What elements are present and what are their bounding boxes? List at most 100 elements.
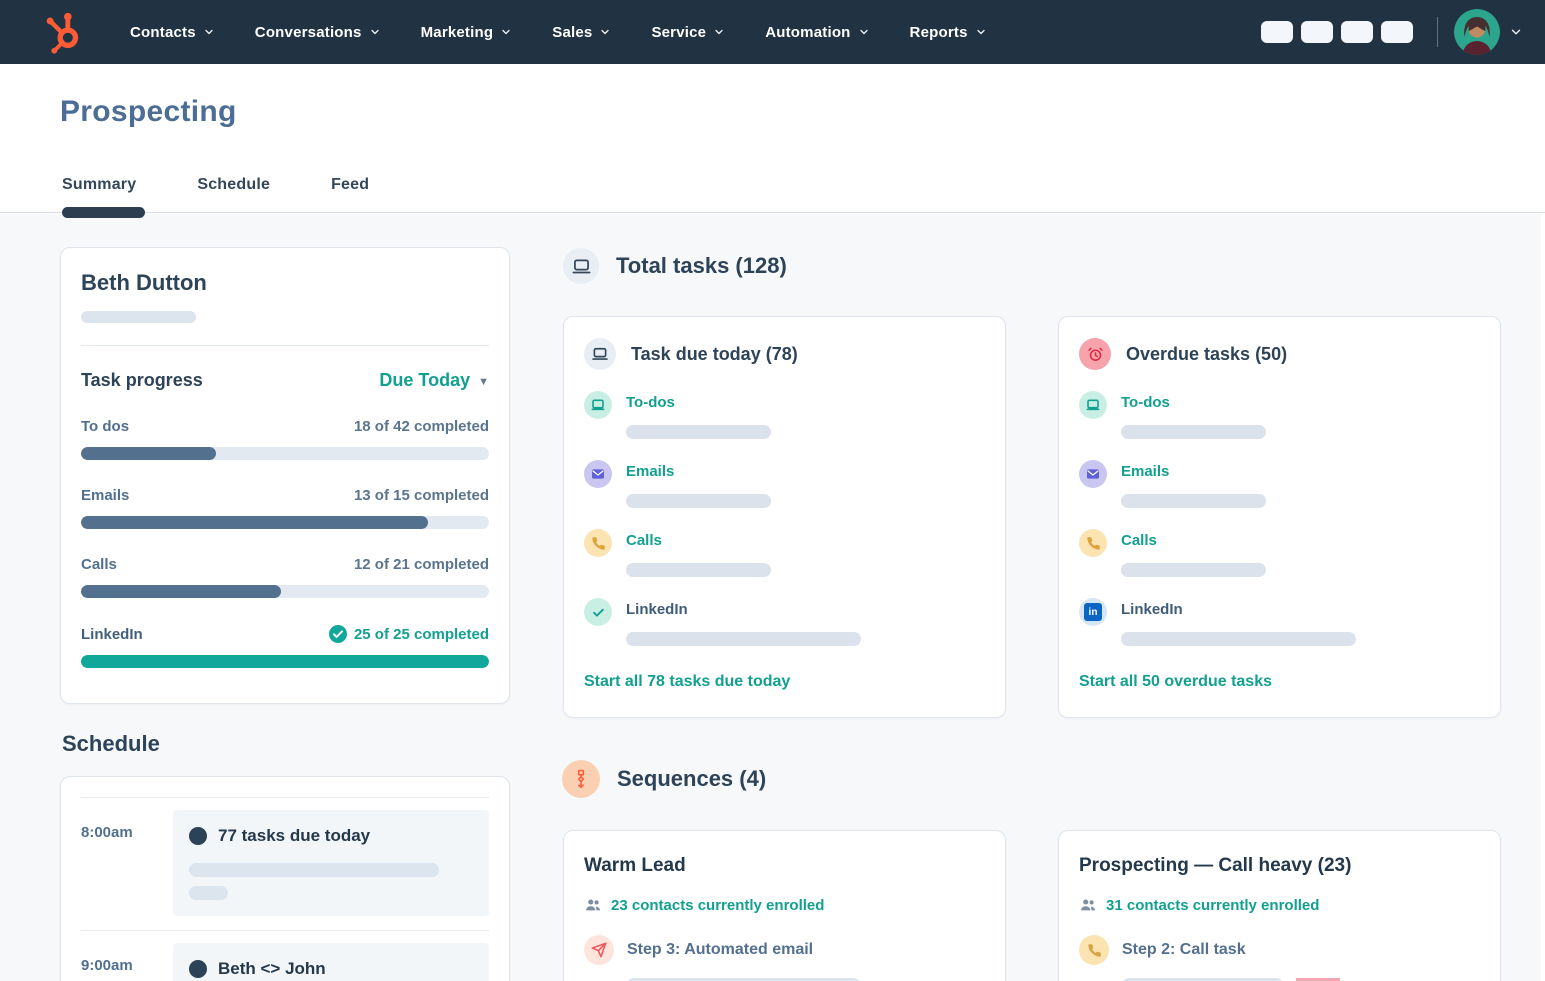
enrolled-text: 31 contacts currently enrolled [1106,897,1319,914]
task-type-row-linkedin: LinkedIn [584,601,985,646]
progress-label: LinkedIn [81,626,143,643]
nav-item-contacts[interactable]: Contacts [114,14,231,51]
check-circle-icon [329,625,347,643]
linkedin-icon: in [1079,598,1107,626]
due-today-label: Due Today [379,370,470,391]
task-type-row-todos: To-dos [584,394,985,439]
toolbar-button-placeholder[interactable] [1381,21,1413,43]
email-icon [584,460,612,488]
placeholder-bar [1121,425,1266,439]
card-title: Task due today (78) [631,344,798,365]
sequence-title: Warm Lead [584,855,985,877]
contacts-icon [584,896,602,914]
tab-schedule[interactable]: Schedule [197,176,270,194]
progress-status: 13 of 15 completed [354,487,489,504]
nav-item-label: Automation [765,24,850,41]
chevron-down-icon [1509,25,1523,39]
toolbar-button-placeholder[interactable] [1261,21,1293,43]
email-icon [1079,460,1107,488]
sequence-step-row: Step 2: Call task [1079,935,1480,965]
chevron-down-icon [369,26,381,38]
due-today-dropdown[interactable]: Due Today ▼ [379,370,489,391]
placeholder-bar [626,425,771,439]
nav-item-label: Sales [552,24,592,41]
step-label: Step 3: Automated email [627,941,813,959]
laptop-icon [584,338,616,370]
placeholder-bar [626,494,771,508]
rep-progress-card: Beth Dutton Task progress Due Today ▼ To… [60,247,510,704]
progress-row-emails: Emails 13 of 15 completed [81,487,489,529]
calls-link[interactable]: Calls [626,532,985,549]
toolbar-button-placeholder[interactable] [1341,21,1373,43]
progress-row-calls: Calls 12 of 21 completed [81,556,489,598]
start-all-overdue-link[interactable]: Start all 50 overdue tasks [1079,673,1272,691]
schedule-row: 9:00am Beth <> John [81,943,489,981]
schedule-heading: Schedule [62,731,160,757]
nav-item-reports[interactable]: Reports [894,14,1003,51]
sequence-card-warm-lead: Warm Lead 23 contacts currently enrolled… [563,830,1006,981]
nav-item-service[interactable]: Service [635,14,741,51]
progress-fill [81,516,428,529]
progress-bar [81,447,489,460]
tab-feed[interactable]: Feed [331,176,369,194]
task-type-row-todos: To-dos [1079,394,1480,439]
event-time: 9:00am [81,943,173,981]
enrolled-contacts-link[interactable]: 23 contacts currently enrolled [584,896,985,914]
page-header: Prospecting Summary Schedule Feed [0,64,1545,213]
divider [81,345,489,346]
todos-link[interactable]: To-dos [626,394,985,411]
laptop-icon [563,248,599,284]
start-all-due-link[interactable]: Start all 78 tasks due today [584,673,790,691]
task-type-row-calls: Calls [584,532,985,577]
placeholder-bar [189,886,228,900]
event-bullet-icon [189,827,207,845]
nav-item-label: Contacts [130,24,196,41]
emails-link[interactable]: Emails [1121,463,1480,480]
progress-fill [81,447,216,460]
progress-status: 12 of 21 completed [354,556,489,573]
alarm-clock-icon [1079,338,1111,370]
chevron-down-icon [599,26,611,38]
phone-icon [1079,529,1107,557]
schedule-card: 8:00am 77 tasks due today 9:00am Beth <>… [60,776,510,981]
todos-link[interactable]: To-dos [1121,394,1480,411]
overdue-tasks-card: Overdue tasks (50) To-dos Emails [1058,316,1501,718]
linkedin-label: LinkedIn [1121,601,1480,618]
placeholder-bar [626,563,771,577]
enrolled-text: 23 contacts currently enrolled [611,897,824,914]
emails-link[interactable]: Emails [626,463,985,480]
top-nav: Contacts Conversations Marketing Sales S… [0,0,1545,64]
event-card-tasks-due[interactable]: 77 tasks due today [173,810,489,916]
divider [1437,17,1438,47]
nav-item-label: Marketing [421,24,494,41]
event-time: 8:00am [81,810,173,916]
nav-item-marketing[interactable]: Marketing [405,14,529,51]
event-card-meeting[interactable]: Beth <> John [173,943,489,981]
nav-item-sales[interactable]: Sales [536,14,627,51]
calls-link[interactable]: Calls [1121,532,1480,549]
toolbar-button-placeholder[interactable] [1301,21,1333,43]
hubspot-logo-icon[interactable] [42,8,86,56]
tasks-due-today-card: Task due today (78) To-dos Emails [563,316,1006,718]
progress-fill [81,655,489,668]
progress-label: Emails [81,487,129,504]
linkedin-label: LinkedIn [626,601,985,618]
phone-icon [1079,935,1109,965]
nav-item-conversations[interactable]: Conversations [239,14,397,51]
nav-item-label: Service [651,24,706,41]
account-menu-button[interactable] [1454,9,1523,55]
placeholder-bar [1121,563,1266,577]
sequence-icon [562,760,600,798]
active-tab-indicator [62,207,145,218]
tab-summary[interactable]: Summary [62,176,136,194]
step-label: Step 2: Call task [1122,941,1246,959]
card-title: Overdue tasks (50) [1126,344,1287,365]
nav-item-automation[interactable]: Automation [749,14,885,51]
chevron-down-icon [858,26,870,38]
chevron-down-icon [203,26,215,38]
check-icon [584,598,612,626]
chevron-down-icon [975,26,987,38]
event-title: Beth <> John [218,959,326,979]
progress-row-linkedin: LinkedIn 25 of 25 completed [81,625,489,668]
enrolled-contacts-link[interactable]: 31 contacts currently enrolled [1079,896,1480,914]
